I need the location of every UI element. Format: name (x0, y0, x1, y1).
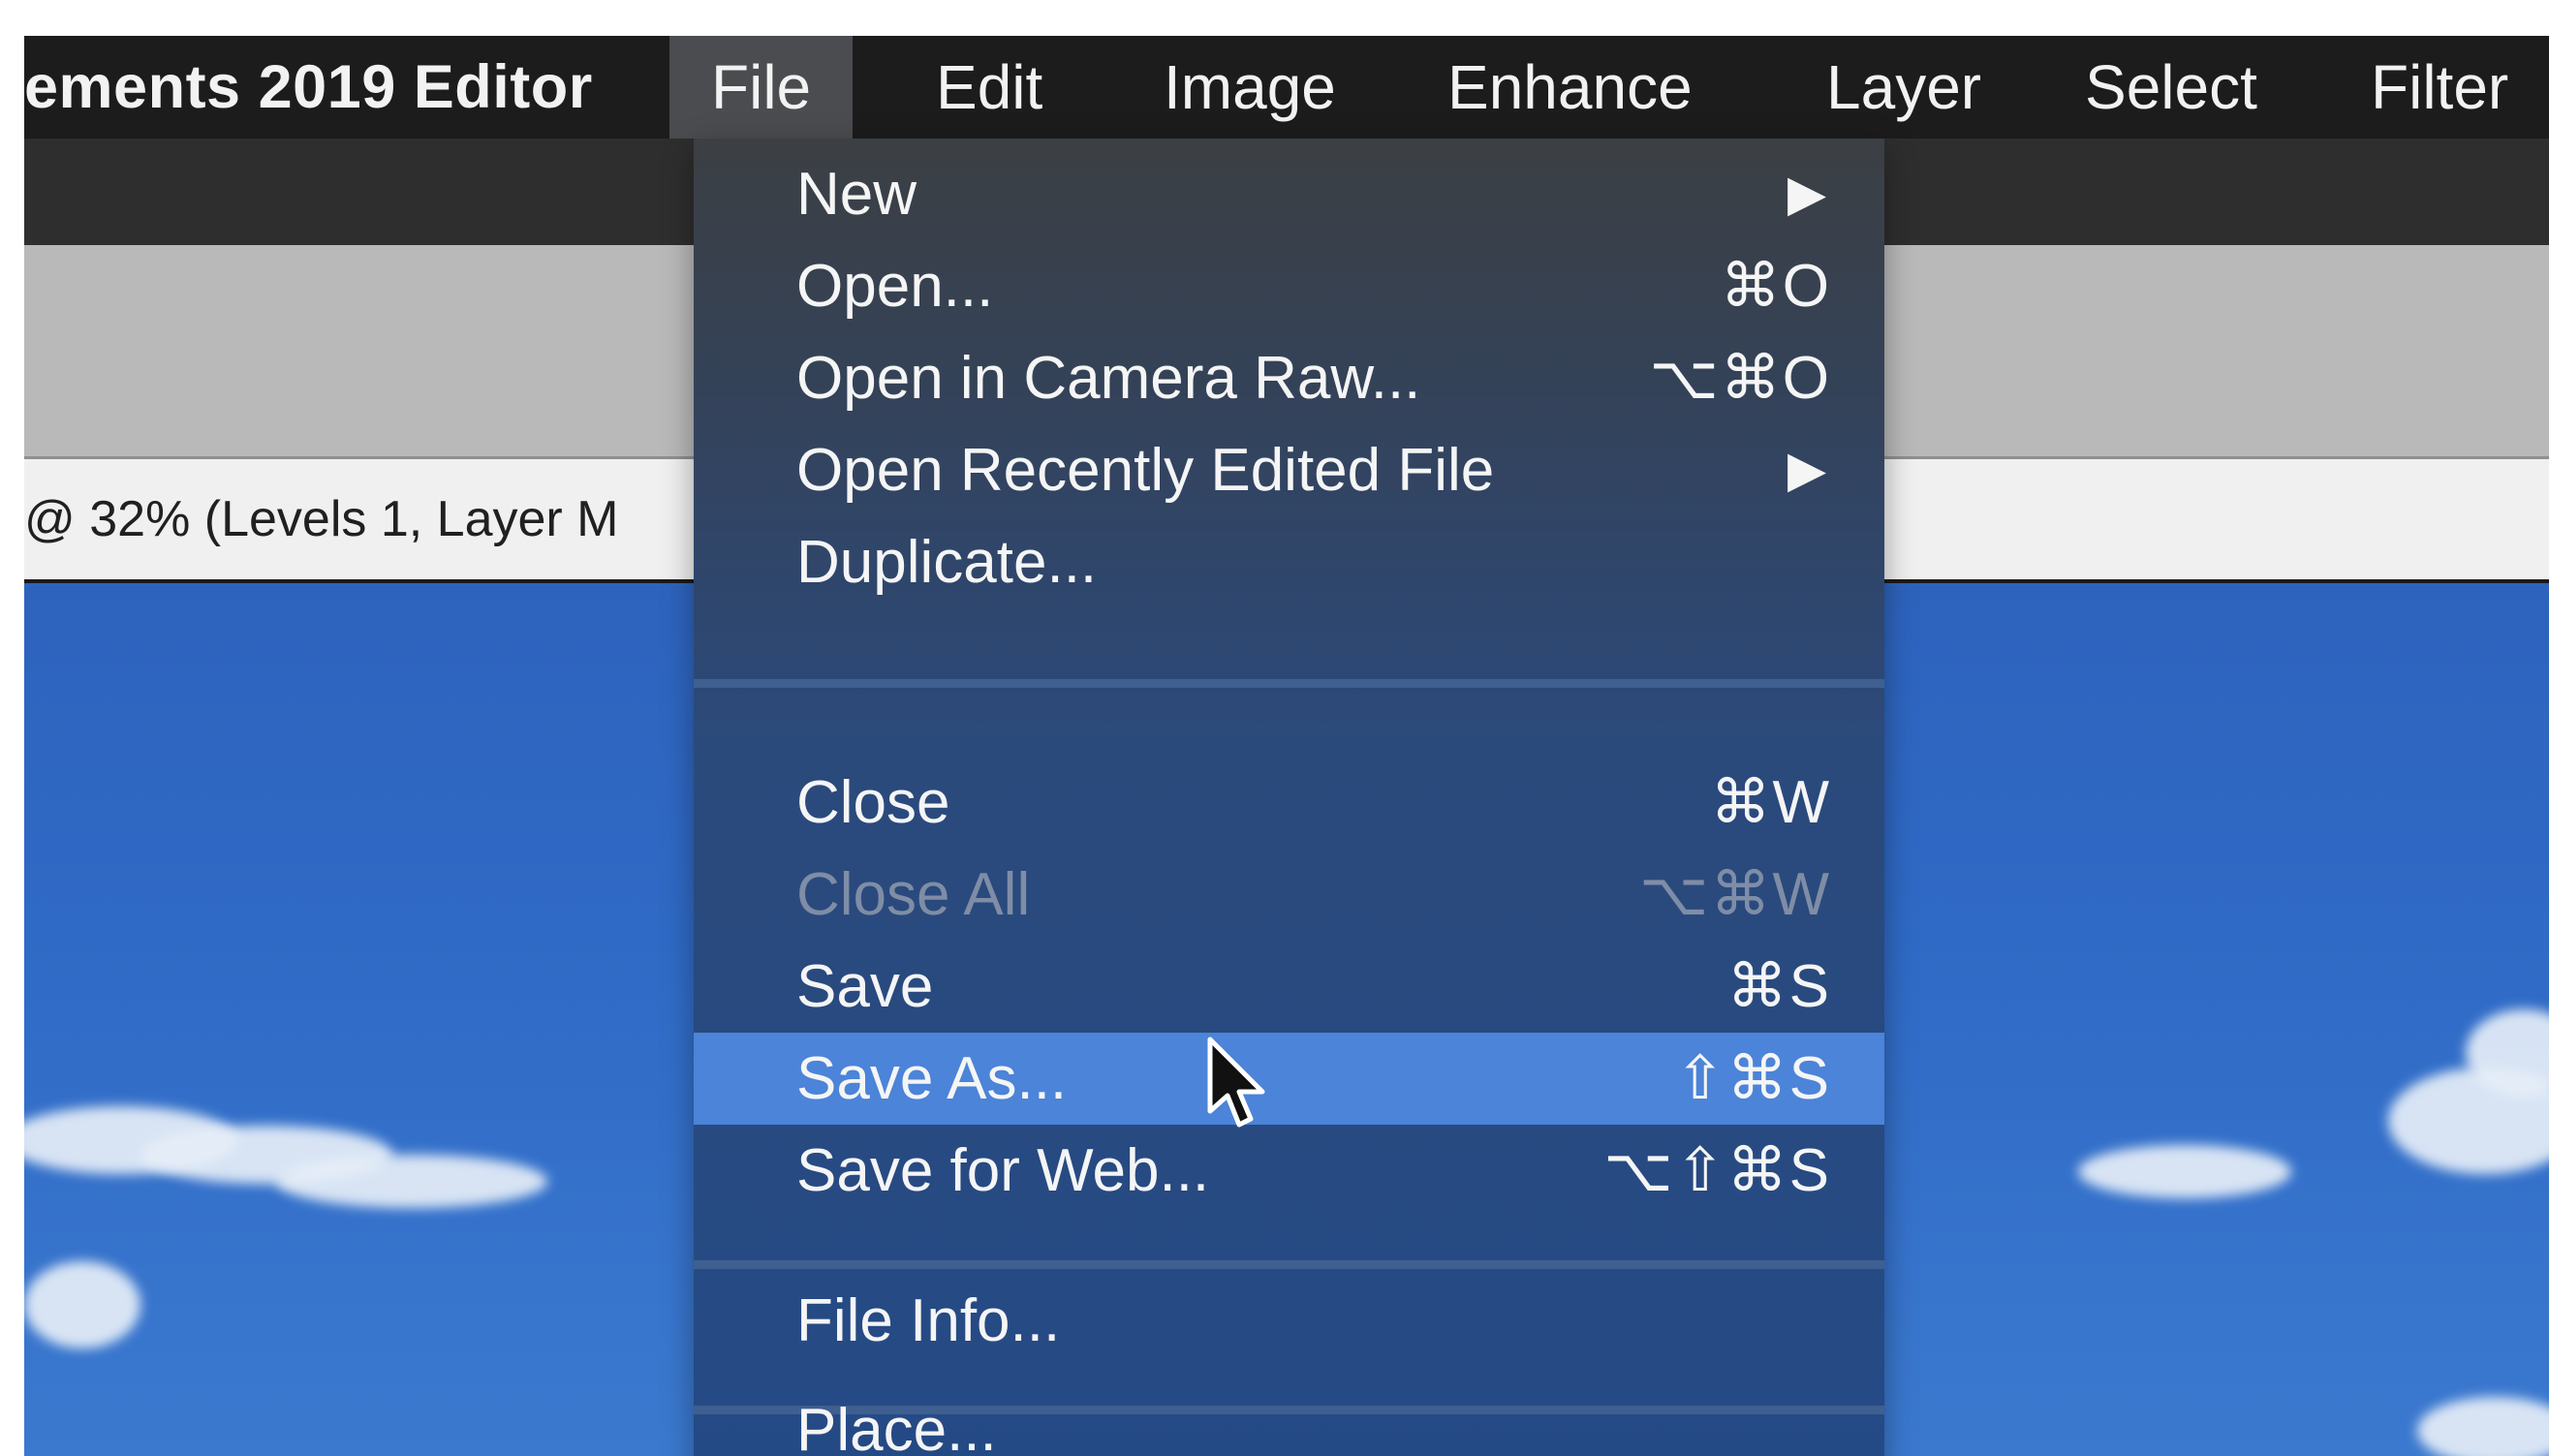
menu-item-shortcut: ⇧⌘S (1674, 1045, 1831, 1112)
menu-item-shortcut: ⌘W (1710, 769, 1831, 836)
menu-item-label: Save for Web... (796, 1137, 1210, 1204)
document-tab-label: @ 32% (Levels 1, Layer M (24, 491, 619, 547)
menu-layer[interactable]: Layer (1785, 36, 2023, 139)
menu-item-open-camera-raw[interactable]: Open in Camera Raw... ⌥⌘O (694, 332, 1884, 424)
menu-separator (694, 679, 1884, 688)
menu-item-label: Save As... (796, 1045, 1068, 1112)
menu-filter-label: Filter (2371, 52, 2509, 122)
menu-item-label: Open in Camera Raw... (796, 345, 1421, 412)
menu-filter[interactable]: Filter (2329, 36, 2549, 139)
file-menu-dropdown: New ▶ Open... ⌘O Open in Camera Raw... ⌥… (694, 139, 1884, 1456)
menu-item-label: Open... (796, 253, 994, 320)
menu-file-label: File (711, 52, 812, 122)
menu-edit-label: Edit (936, 52, 1043, 122)
menu-select-label: Select (2085, 52, 2257, 122)
mouse-pointer-icon (1207, 1037, 1265, 1128)
menu-item-shortcut: ⌘O (1720, 253, 1831, 320)
menu-item-shortcut: ⌥⌘O (1649, 345, 1831, 412)
menu-item-shortcut: ⌘S (1726, 953, 1831, 1020)
submenu-arrow-icon: ▶ (1787, 166, 1826, 222)
menu-item-label: Place... (796, 1397, 997, 1456)
menu-item-open[interactable]: Open... ⌘O (694, 240, 1884, 332)
menu-separator (694, 1260, 1884, 1269)
menu-item-save-for-web[interactable]: Save for Web... ⌥⇧⌘S (694, 1125, 1884, 1217)
menu-item-label: Save (796, 953, 934, 1020)
menu-item-place[interactable]: Place... (694, 1384, 1884, 1456)
menu-item-close-all: Close All ⌥⌘W (694, 849, 1884, 941)
cloud-shape (276, 1155, 547, 1208)
cloud-shape (2078, 1145, 2291, 1198)
menu-item-new[interactable]: New ▶ (694, 148, 1884, 240)
menu-bar: ements 2019 Editor File Edit Image Enhan… (24, 36, 2549, 139)
menu-item-label: File Info... (796, 1287, 1061, 1354)
menu-image[interactable]: Image (1122, 36, 1378, 139)
menu-item-shortcut: ⌥⌘W (1639, 861, 1831, 928)
menu-item-label: Close All (796, 861, 1031, 928)
menu-enhance-label: Enhance (1447, 52, 1693, 122)
menu-item-label: New (796, 161, 917, 228)
menu-enhance[interactable]: Enhance (1406, 36, 1734, 139)
app-window: ements 2019 Editor File Edit Image Enhan… (24, 36, 2549, 1456)
menu-select[interactable]: Select (2043, 36, 2299, 139)
menu-item-label: Open Recently Edited File (796, 437, 1495, 504)
menu-item-file-info[interactable]: File Info... (694, 1275, 1884, 1367)
menu-item-label: Duplicate... (796, 529, 1098, 596)
menu-item-open-recent[interactable]: Open Recently Edited File ▶ (694, 424, 1884, 516)
menu-item-label: Close (796, 769, 950, 836)
cloud-shape (2417, 1397, 2549, 1456)
menu-file[interactable]: File (669, 36, 854, 139)
app-title: ements 2019 Editor (24, 53, 593, 121)
submenu-arrow-icon: ▶ (1787, 442, 1826, 498)
menu-edit[interactable]: Edit (894, 36, 1084, 139)
menu-item-duplicate[interactable]: Duplicate... (694, 516, 1884, 608)
cloud-shape (24, 1261, 140, 1348)
menu-item-save-as[interactable]: Save As... ⇧⌘S (694, 1033, 1884, 1125)
menu-item-save[interactable]: Save ⌘S (694, 941, 1884, 1033)
menu-item-shortcut: ⌥⇧⌘S (1603, 1137, 1831, 1204)
menu-layer-label: Layer (1826, 52, 1982, 122)
menu-item-close[interactable]: Close ⌘W (694, 757, 1884, 849)
menu-image-label: Image (1164, 52, 1336, 122)
